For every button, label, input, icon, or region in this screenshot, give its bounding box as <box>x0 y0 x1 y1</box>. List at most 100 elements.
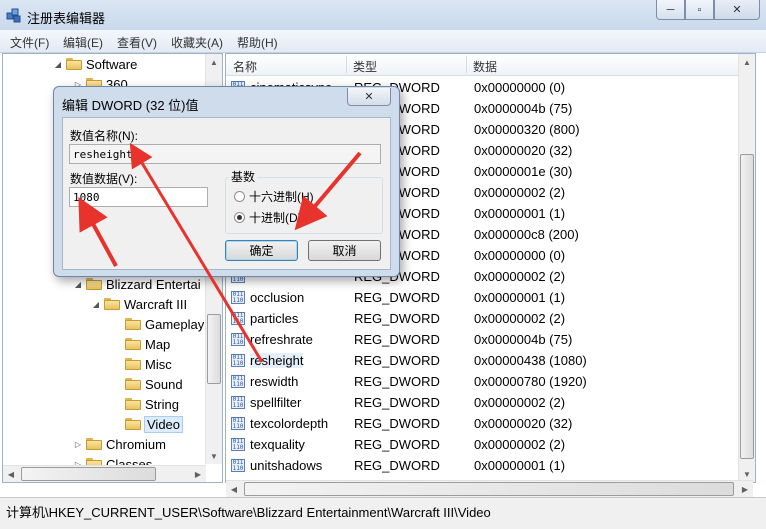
status-bar: 计算机\HKEY_CURRENT_USER\Software\Blizzard … <box>0 497 766 529</box>
ok-button[interactable]: 确定 <box>225 240 298 261</box>
scroll-right-icon[interactable]: ▶ <box>737 481 753 497</box>
value-data-cell: 0x00000020 (32) <box>474 143 573 158</box>
tree-item-warcraft-iii[interactable]: ◢ Warcraft III <box>91 294 187 314</box>
menu-help[interactable]: 帮助(H) <box>237 34 278 51</box>
list-row[interactable]: 011 110 occlusion REG_DWORD 0x00000001 (1) <box>226 287 739 308</box>
edit-dword-dialog: 编辑 DWORD (32 位)值 ✕ 数值名称(N): resheight 数值… <box>53 86 400 277</box>
list-row[interactable]: 011 110 unitshadows REG_DWORD 0x00000001 (1… <box>226 455 739 476</box>
scroll-up-icon[interactable]: ▲ <box>206 54 222 70</box>
value-name-field[interactable]: resheight <box>69 144 381 164</box>
folder-icon <box>104 298 120 310</box>
value-data-cell: 0x00000000 (0) <box>474 80 566 95</box>
scroll-down-icon[interactable]: ▼ <box>206 448 222 464</box>
value-type-cell: REG_DWORD <box>354 437 440 452</box>
value-name-cell: texcolordepth <box>250 416 329 431</box>
dialog-title: 编辑 DWORD (32 位)值 <box>62 98 199 113</box>
list-row[interactable]: 011 110 reswidth REG_DWORD 0x00000780 (1920… <box>226 371 739 392</box>
menu-file[interactable]: 文件(F) <box>10 34 49 51</box>
reg-dword-icon: 011 110 <box>231 438 245 451</box>
radio-decimal[interactable]: 十进制(D) <box>234 209 302 226</box>
registry-app-icon <box>6 8 21 23</box>
tree-item-blizzard[interactable]: ◢ Blizzard Entertai <box>73 274 201 294</box>
value-type-cell: REG_DWORD <box>354 395 440 410</box>
folder-icon <box>125 418 141 430</box>
tree-item-map[interactable]: Map <box>112 334 170 354</box>
tree-item-chromium[interactable]: ▷ Chromium <box>73 434 166 454</box>
scroll-up-icon[interactable]: ▲ <box>739 54 755 70</box>
value-type-cell: REG_DWORD <box>354 416 440 431</box>
collapse-arrow-icon[interactable]: ◢ <box>73 280 83 289</box>
reg-dword-icon: 011 110 <box>231 459 245 472</box>
tree-item-sound[interactable]: Sound <box>112 374 183 394</box>
list-row[interactable]: 011 110 spellfilter REG_DWORD 0x00000002 (2… <box>226 392 739 413</box>
maximize-button[interactable]: ▫ <box>685 0 714 20</box>
collapse-arrow-icon[interactable]: ◢ <box>53 60 63 69</box>
tree-item-string[interactable]: String <box>112 394 179 414</box>
value-data-cell: 0x00000020 (32) <box>474 416 573 431</box>
menu-bar: 文件(F) 编辑(E) 查看(V) 收藏夹(A) 帮助(H) <box>0 30 766 53</box>
column-divider[interactable] <box>466 56 467 73</box>
reg-dword-icon: 011 110 <box>231 396 245 409</box>
menu-edit[interactable]: 编辑(E) <box>63 34 103 51</box>
menu-view[interactable]: 查看(V) <box>117 34 157 51</box>
tree-item-label: Video <box>143 415 184 433</box>
value-type-cell: REG_DWORD <box>354 458 440 473</box>
list-row[interactable]: 011 110 texcolordepth REG_DWORD 0x00000020 … <box>226 413 739 434</box>
radio-hexadecimal[interactable]: 十六进制(H) <box>234 188 314 205</box>
minimize-button[interactable]: ─ <box>656 0 685 20</box>
value-data-cell: 0x0000004b (75) <box>474 332 573 347</box>
tree-item-label: Warcraft III <box>124 296 188 312</box>
value-data-input[interactable]: 1080 <box>69 187 208 207</box>
value-data-cell: 0x00000002 (2) <box>474 185 566 200</box>
scroll-thumb[interactable] <box>740 154 754 459</box>
dialog-close-button[interactable]: ✕ <box>347 88 391 106</box>
scroll-left-icon[interactable]: ◀ <box>226 481 242 497</box>
folder-icon <box>125 378 141 390</box>
radio-dec-label: 十进制(D) <box>249 211 302 225</box>
value-data-cell: 0x00000000 (0) <box>474 248 566 263</box>
menu-favorites[interactable]: 收藏夹(A) <box>171 34 223 51</box>
list-row[interactable]: 011 110 refreshrate REG_DWORD 0x0000004b (7… <box>226 329 739 350</box>
tree-item-video[interactable]: Video <box>112 414 184 434</box>
expand-arrow-icon[interactable]: ▷ <box>73 440 83 449</box>
value-name-cell: unitshadows <box>250 458 323 473</box>
close-button[interactable]: ✕ <box>714 0 760 20</box>
value-type-cell: REG_DWORD <box>354 332 440 347</box>
scroll-thumb[interactable] <box>244 482 734 496</box>
list-row[interactable]: 011 110 texquality REG_DWORD 0x00000002 (2) <box>226 434 739 455</box>
column-data-header[interactable]: 数据 <box>473 58 497 75</box>
folder-icon <box>125 338 141 350</box>
column-divider[interactable] <box>346 56 347 73</box>
scroll-thumb[interactable] <box>21 467 156 481</box>
window-title: 注册表编辑器 <box>27 11 106 26</box>
list-row[interactable]: 011 110 resheight REG_DWORD 0x00000438 (108… <box>226 350 739 371</box>
value-data-cell: 0x00000002 (2) <box>474 311 566 326</box>
value-data-cell: 0x00000002 (2) <box>474 437 566 452</box>
scroll-thumb[interactable] <box>207 314 221 384</box>
value-type-cell: REG_DWORD <box>354 311 440 326</box>
value-data-cell: 0x00000002 (2) <box>474 269 566 284</box>
list-row[interactable]: 011 110 particles REG_DWORD 0x00000002 (2) <box>226 308 739 329</box>
radio-selected-icon[interactable] <box>234 212 245 223</box>
value-name-cell: spellfilter <box>250 395 302 410</box>
value-data-cell: 0x00000001 (1) <box>474 290 566 305</box>
tree-item-misc[interactable]: Misc <box>112 354 172 374</box>
reg-dword-icon: 011 110 <box>231 333 245 346</box>
scroll-left-icon[interactable]: ◀ <box>3 466 19 482</box>
column-type-header[interactable]: 类型 <box>353 58 377 75</box>
radio-icon[interactable] <box>234 191 245 202</box>
cancel-button[interactable]: 取消 <box>308 240 381 261</box>
tree-item-label: Gameplay <box>145 316 205 332</box>
value-name-cell: reswidth <box>250 374 299 389</box>
base-label: 基数 <box>229 168 258 185</box>
collapse-arrow-icon[interactable]: ◢ <box>91 300 101 309</box>
dialog-body: 数值名称(N): resheight 数值数据(V): 1080 基数 十六进制… <box>62 117 391 270</box>
list-horizontal-scrollbar[interactable]: ◀ ▶ <box>226 480 753 497</box>
reg-dword-icon: 011 110 <box>231 291 245 304</box>
tree-item-gameplay[interactable]: Gameplay <box>112 314 204 334</box>
column-name-header[interactable]: 名称 <box>233 58 257 75</box>
tree-item-software[interactable]: ◢ Software <box>53 54 137 74</box>
list-vertical-scrollbar[interactable]: ▲ ▼ <box>738 54 755 482</box>
scroll-right-icon[interactable]: ▶ <box>190 466 206 482</box>
tree-horizontal-scrollbar[interactable]: ◀ ▶ <box>3 465 206 482</box>
